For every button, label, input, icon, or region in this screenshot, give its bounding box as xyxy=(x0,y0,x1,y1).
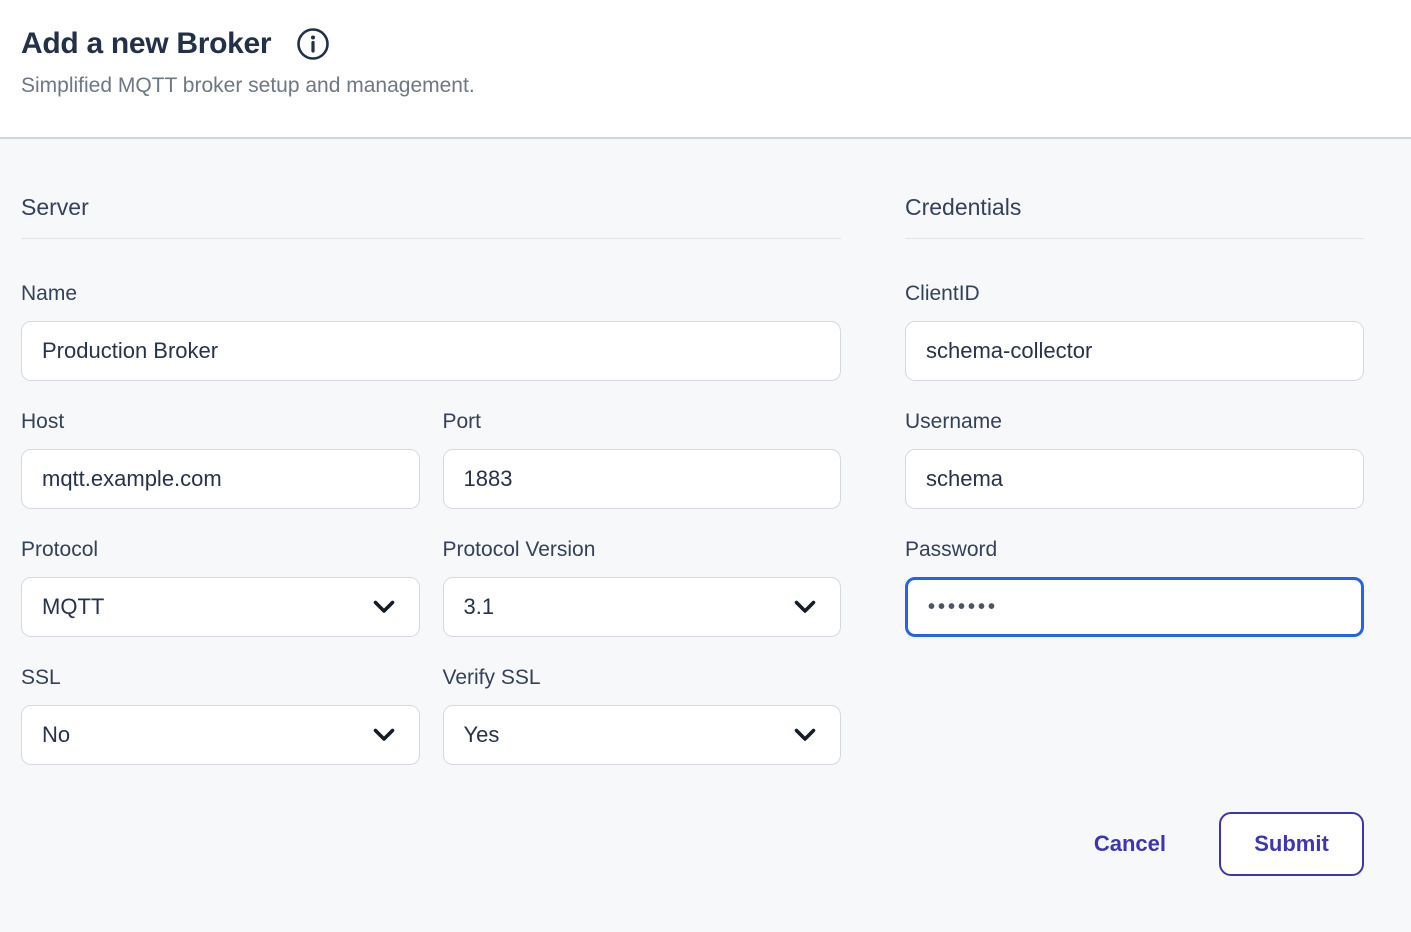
ssl-field-group: SSL No xyxy=(21,666,420,765)
username-label: Username xyxy=(905,410,1364,434)
protocol-field-group: Protocol MQTT xyxy=(21,538,420,637)
chevron-down-icon xyxy=(794,728,816,742)
page-title: Add a new Broker xyxy=(21,27,271,61)
protocol-version-select[interactable]: 3.1 xyxy=(443,577,842,637)
ssl-select[interactable]: No xyxy=(21,705,420,765)
info-circle-icon[interactable] xyxy=(296,27,330,61)
password-input[interactable] xyxy=(905,577,1364,637)
credentials-section-divider xyxy=(905,238,1364,239)
port-label: Port xyxy=(443,410,842,434)
host-field-group: Host xyxy=(21,410,420,509)
page-header: Add a new Broker Simplified MQTT broker … xyxy=(0,0,1411,139)
protocol-select[interactable]: MQTT xyxy=(21,577,420,637)
verify-ssl-label: Verify SSL xyxy=(443,666,842,690)
ssl-selected-value: No xyxy=(42,722,70,748)
client-id-label: ClientID xyxy=(905,282,1364,306)
broker-form: Server Name Host Port Protocol MQTT xyxy=(0,139,1411,876)
client-id-input[interactable] xyxy=(905,321,1364,381)
name-input[interactable] xyxy=(21,321,841,381)
cancel-button[interactable]: Cancel xyxy=(1094,831,1166,857)
chevron-down-icon xyxy=(373,728,395,742)
username-input[interactable] xyxy=(905,449,1364,509)
server-section-title: Server xyxy=(21,194,841,221)
protocol-label: Protocol xyxy=(21,538,420,562)
credentials-section-title: Credentials xyxy=(905,194,1364,221)
chevron-down-icon xyxy=(794,600,816,614)
verify-ssl-field-group: Verify SSL Yes xyxy=(443,666,842,765)
submit-button[interactable]: Submit xyxy=(1219,812,1364,876)
port-field-group: Port xyxy=(443,410,842,509)
server-section-divider xyxy=(21,238,841,239)
protocol-selected-value: MQTT xyxy=(42,594,104,620)
credentials-section: Credentials ClientID Username Password C… xyxy=(905,194,1364,876)
host-label: Host xyxy=(21,410,420,434)
port-input[interactable] xyxy=(443,449,842,509)
host-input[interactable] xyxy=(21,449,420,509)
password-label: Password xyxy=(905,538,1364,562)
server-section: Server Name Host Port Protocol MQTT xyxy=(21,194,841,876)
password-field-group: Password xyxy=(905,538,1364,637)
client-id-field-group: ClientID xyxy=(905,282,1364,381)
page-subtitle: Simplified MQTT broker setup and managem… xyxy=(21,74,1411,98)
name-label: Name xyxy=(21,282,841,306)
ssl-label: SSL xyxy=(21,666,420,690)
verify-ssl-selected-value: Yes xyxy=(464,722,500,748)
protocol-version-selected-value: 3.1 xyxy=(464,594,495,620)
username-field-group: Username xyxy=(905,410,1364,509)
form-actions: Cancel Submit xyxy=(905,812,1364,876)
verify-ssl-select[interactable]: Yes xyxy=(443,705,842,765)
protocol-version-label: Protocol Version xyxy=(443,538,842,562)
name-field-group: Name xyxy=(21,282,841,381)
protocol-version-field-group: Protocol Version 3.1 xyxy=(443,538,842,637)
chevron-down-icon xyxy=(373,600,395,614)
